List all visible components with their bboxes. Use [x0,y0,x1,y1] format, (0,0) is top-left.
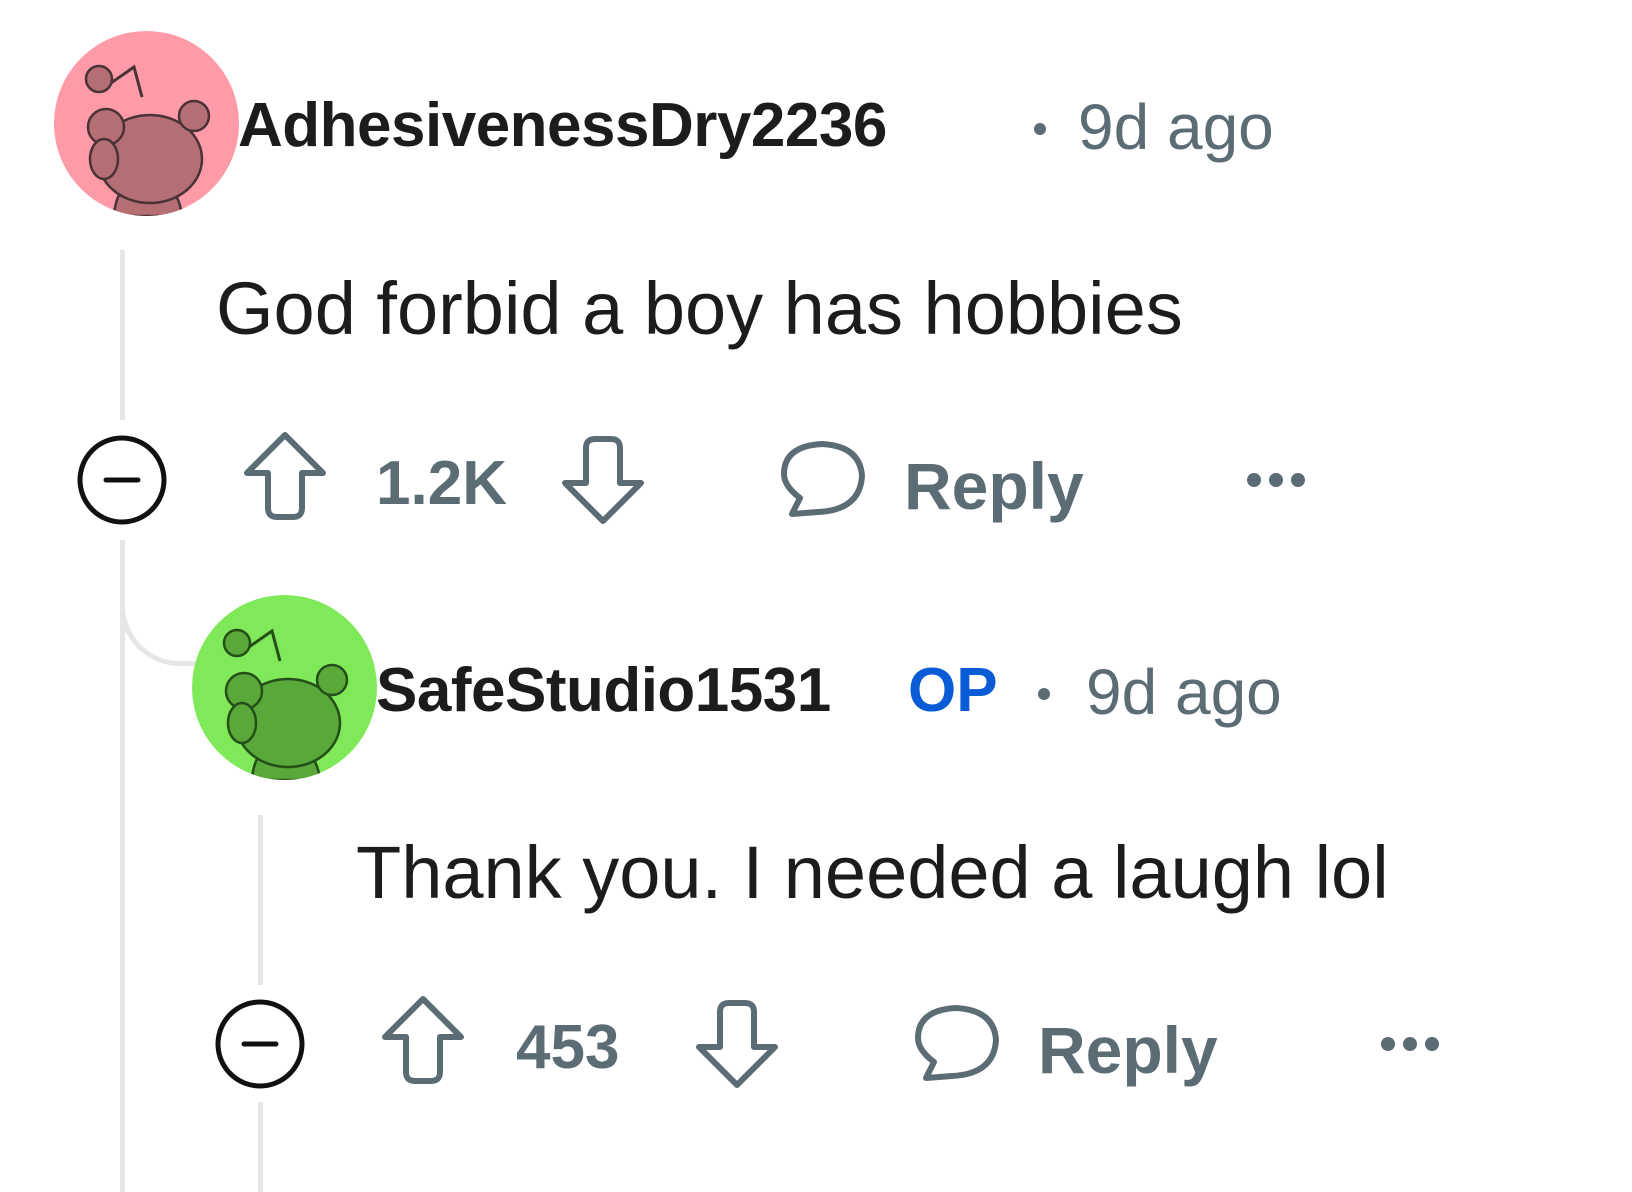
vote-score: 453 [516,1013,620,1082]
more-options-icon[interactable] [1378,1034,1442,1054]
reply-button[interactable]: Reply [1038,1012,1218,1088]
thread-line-reply-upper[interactable] [258,815,263,985]
upvote-icon[interactable] [380,994,466,1086]
user-avatar[interactable] [192,595,377,780]
username[interactable]: SafeStudio1531 [376,655,831,726]
comment-bubble-icon[interactable] [912,1000,1002,1088]
thread-line-main-upper[interactable] [120,250,125,420]
op-badge: OP [908,656,998,725]
comment-body: God forbid a boy has hobbies [216,267,1183,350]
reply-button[interactable]: Reply [904,448,1084,524]
separator-dot [1038,688,1050,700]
thread-line-reply-lower[interactable] [258,1102,263,1192]
snoo-avatar-icon [222,628,349,780]
separator-dot [1034,123,1046,135]
timestamp: 9d ago [1078,91,1274,163]
user-avatar[interactable] [54,31,239,216]
vote-score: 1.2K [376,449,507,518]
timestamp: 9d ago [1086,656,1282,728]
collapse-icon[interactable] [76,434,168,526]
thread-connector [120,580,200,666]
comment-bubble-icon[interactable] [778,436,868,524]
more-options-icon[interactable] [1244,470,1308,490]
downvote-icon[interactable] [694,998,780,1090]
username[interactable]: AdhesivenessDry2236 [238,90,887,161]
snoo-avatar-icon [84,64,211,216]
downvote-icon[interactable] [560,434,646,526]
comment-body: Thank you. I needed a laugh lol [356,831,1389,914]
thread-line-main-lower[interactable] [120,540,125,1192]
collapse-icon[interactable] [214,998,306,1090]
upvote-icon[interactable] [242,430,328,522]
